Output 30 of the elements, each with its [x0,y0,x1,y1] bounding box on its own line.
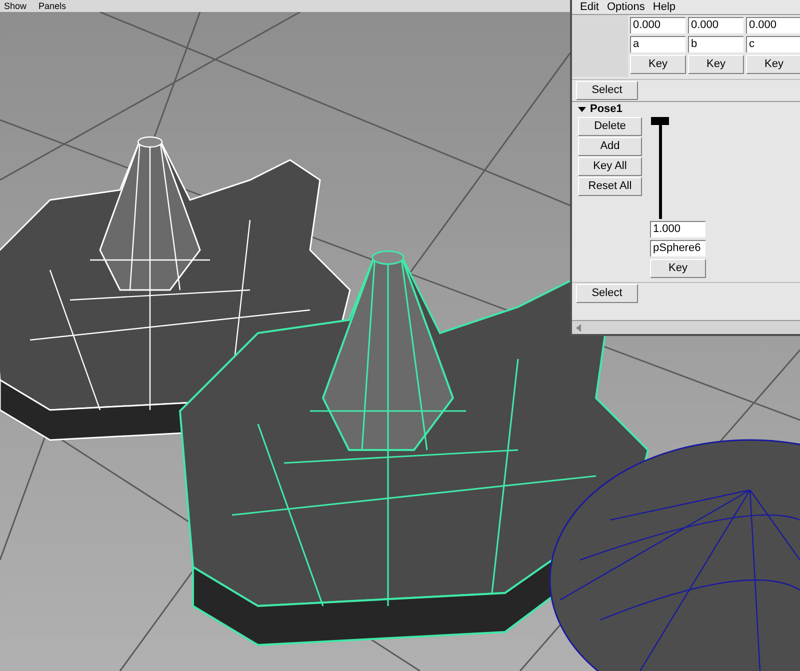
horizontal-scrollbar[interactable] [572,320,800,334]
expand-arrow-icon[interactable] [578,107,586,112]
weight-field[interactable]: 0.000 [630,17,686,34]
key-button[interactable]: Key [688,55,744,74]
select-button[interactable]: Select [576,81,638,100]
pose-title: Pose1 [590,102,622,118]
name-field[interactable]: pSphere6 [650,240,706,257]
name-field[interactable]: a [630,36,686,53]
key-button[interactable]: Key [630,55,686,74]
key-button[interactable]: Key [650,259,706,278]
select-button[interactable]: Select [576,284,638,303]
pose-button[interactable]: Reset All [578,177,642,196]
name-field[interactable]: c [746,36,800,53]
weight-field[interactable]: 0.000 [746,17,800,34]
menu-item[interactable]: Edit [580,1,599,13]
weight-field[interactable]: 0.000 [688,17,744,34]
menu-item[interactable]: Help [652,1,676,13]
weight-slider[interactable] [650,117,670,219]
name-field[interactable]: b [688,36,744,53]
key-button[interactable]: Key [746,55,800,74]
menu-item[interactable]: Panels [38,1,66,11]
menu-item[interactable]: Options [606,1,645,13]
pose-button[interactable]: Key All [578,157,642,176]
scroll-left-icon[interactable] [576,324,581,332]
menu-item[interactable]: Show [4,1,27,11]
pose-button[interactable]: Add [578,137,642,156]
slider-thumb[interactable] [651,117,669,125]
empty-panel [572,15,628,77]
pose-button[interactable]: Delete [578,117,642,136]
weight-field[interactable]: 1.000 [650,221,706,238]
